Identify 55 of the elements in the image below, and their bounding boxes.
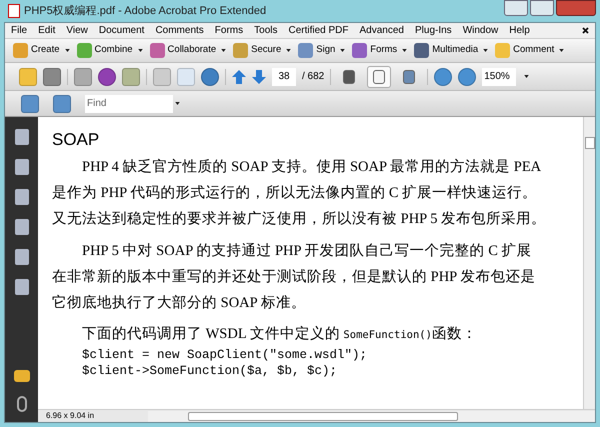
- caret-icon: [221, 49, 226, 52]
- menu-item[interactable]: Advanced: [360, 23, 404, 38]
- code-line: $client->SomeFunction($a, $b, $c);: [81, 363, 338, 379]
- code-line: $client = new SoapClient("some.wsdl");: [81, 347, 368, 363]
- toolbar-button[interactable]: Multimedia: [414, 43, 488, 58]
- caret-icon: [483, 49, 488, 52]
- close-icon[interactable]: [582, 27, 589, 34]
- toolbar-button[interactable]: Combine: [76, 43, 143, 58]
- body-text-line: 是作为 PHP 代码的形式运行的，所以无法像内置的 C 扩展一样快速运行。: [52, 184, 538, 203]
- caret-icon: [64, 49, 70, 52]
- maximize-button[interactable]: [530, 0, 554, 16]
- body-text-line: 在非常新的版本中重写的并还处于测试阶段，但是默认的 PHP 发布包还是: [52, 268, 536, 287]
- body-text-line: 下面的代码调用了 WSDL 文件中定义的 SomeFunction()函数：: [81, 324, 477, 344]
- menu-item[interactable]: View: [66, 23, 88, 38]
- toolbar-button[interactable]: Sign: [298, 43, 346, 58]
- toolbar-button[interactable]: Forms: [352, 43, 408, 58]
- page-count: / 682: [302, 70, 324, 84]
- toolbar-button[interactable]: Create: [13, 43, 70, 58]
- menu-item[interactable]: Edit: [38, 23, 56, 38]
- menu-item[interactable]: File: [11, 23, 28, 38]
- section-heading: SOAP: [52, 131, 100, 148]
- toolbar-button[interactable]: Collaborate: [150, 43, 226, 58]
- down-arrow-icon[interactable]: [252, 70, 266, 84]
- toolbar-button[interactable]: Secure: [233, 43, 292, 58]
- menu-item[interactable]: Help: [509, 23, 530, 38]
- page-number-field[interactable]: 38: [272, 68, 296, 86]
- pdf-file-icon: [8, 4, 20, 18]
- close-button[interactable]: [556, 0, 596, 16]
- zoom-field[interactable]: 150%: [482, 68, 516, 86]
- window-title: PHP5权威编程.pdf - Adobe Acrobat Pro Extended: [24, 4, 266, 19]
- caret-icon: [402, 49, 408, 52]
- find-field[interactable]: Find: [85, 94, 173, 112]
- menu-item[interactable]: Tools: [254, 23, 278, 38]
- menu-item[interactable]: Comments: [155, 23, 204, 38]
- menu-item[interactable]: Document: [98, 23, 144, 38]
- caret-icon: [175, 102, 180, 105]
- minimize-button[interactable]: [504, 0, 528, 16]
- up-arrow-icon[interactable]: [232, 70, 246, 84]
- body-text-line: PHP 5 中对 SOAP 的支持通过 PHP 开发团队自己写一个完整的 C 扩展: [81, 242, 532, 261]
- caret-icon: [138, 49, 143, 52]
- caret-icon: [559, 49, 564, 52]
- caret-icon: [340, 49, 346, 52]
- body-text-line: 又无法达到稳定性的要求并被广泛使用，所以没有被 PHP 5 发布包所采用。: [52, 210, 546, 229]
- menu-item[interactable]: Forms: [214, 23, 244, 38]
- vertical-scrollbar[interactable]: [583, 117, 595, 409]
- toolbar-button[interactable]: Comment: [495, 43, 564, 58]
- caret-icon: [286, 49, 292, 52]
- menu-item[interactable]: Plug-Ins: [415, 23, 452, 38]
- caret-icon: [524, 75, 530, 78]
- menu-item[interactable]: Window: [462, 23, 498, 38]
- menu-item[interactable]: Certified PDF: [288, 23, 349, 38]
- body-text-line: 它彻底地执行了大部分的 SOAP 标准。: [52, 294, 306, 313]
- page-size-label: 6.96 x 9.04 in: [45, 410, 96, 422]
- body-text-line: PHP 4 缺乏官方性质的 SOAP 支持。使用 SOAP 最常用的方法就是 PEA: [81, 158, 542, 177]
- horizontal-scrollbar[interactable]: [148, 410, 595, 422]
